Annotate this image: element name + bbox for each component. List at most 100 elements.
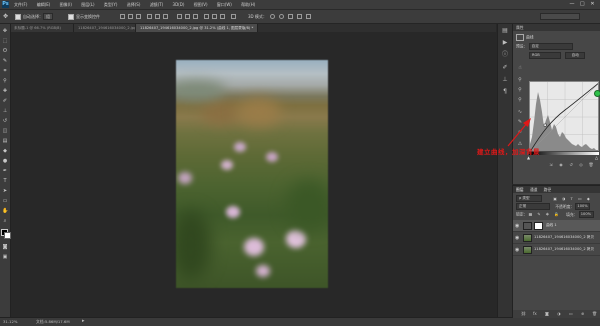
paragraph-panel-icon[interactable]: ¶ [501,88,509,96]
menu-edit[interactable]: 编辑(E) [37,2,51,7]
3d-rotate-icon[interactable] [270,14,275,19]
eye-icon[interactable]: ◉ [515,247,519,253]
layer-name[interactable]: 11826407_194616034000_2 拷贝 [534,235,594,240]
menu-help[interactable]: 帮助(H) [241,2,255,7]
history-brush-tool-icon[interactable]: ↺ [2,118,8,124]
quick-select-tool-icon[interactable]: ✎ [2,58,8,64]
brush-panel-icon[interactable]: ✐ [501,64,509,72]
delete-layer-icon[interactable]: 🗑 [592,311,597,316]
marquee-tool-icon[interactable]: ⬚ [2,38,8,44]
new-adjustment-icon[interactable]: ◑ [557,311,561,316]
filter-icons[interactable]: ▣ ◑ T ▭ ◆ [553,196,592,201]
white-point-slider[interactable]: △ [595,155,598,160]
align-middle-icon[interactable] [128,14,133,19]
properties-panel-header[interactable]: 属性 [513,24,600,31]
curve-edit-handle[interactable] [594,90,600,97]
distribute-top-icon[interactable] [177,14,182,19]
menu-file[interactable]: 文件(F) [14,2,27,7]
layer-name[interactable]: 曲线 1 [546,223,557,228]
menu-layer[interactable]: 图层(L) [81,2,94,7]
background-color-swatch[interactable] [4,232,11,239]
link-layers-icon[interactable]: ⛓ [521,311,526,316]
gradient-tool-icon[interactable]: ▤ [2,138,8,144]
new-layer-icon[interactable]: ⊕ [581,311,584,316]
menu-image[interactable]: 图像(I) [60,2,72,7]
3d-slide-icon[interactable] [297,14,302,19]
menu-view[interactable]: 视图(V) [194,2,208,7]
dodge-tool-icon[interactable]: ● [2,158,8,164]
trash-icon[interactable]: 🗑 [587,161,595,169]
auto-select-checkbox[interactable]: 自动选择： [15,13,43,20]
align-bottom-icon[interactable] [136,14,141,19]
zoom-tool-icon[interactable]: ⌕ [2,218,8,224]
distribute-center-icon[interactable] [212,14,217,19]
quick-mask-icon[interactable]: ◙ [2,244,8,250]
eyedropper-tool-icon[interactable]: ⚲ [2,78,8,84]
pen-tool-icon[interactable]: ✒ [2,168,8,174]
distribute-left-icon[interactable] [204,14,209,19]
minimize-button[interactable]: — [567,1,576,7]
gray-eyedropper-icon[interactable]: ⚲ [516,86,524,94]
curve-point[interactable] [543,123,547,127]
layer-row[interactable]: ◉ 11826407_194616034000_2 拷贝 [513,232,600,244]
layer-row[interactable]: ◉ 11826407_194616034000_2 拷贝 [513,244,600,256]
distribute-middle-icon[interactable] [185,14,190,19]
blur-tool-icon[interactable]: ◆ [2,148,8,154]
eye-icon[interactable]: ◉ [515,223,519,229]
workspace-dropdown[interactable] [540,13,580,20]
tab-document-1[interactable]: 未标题-1 @ 66.7% (RGB/8) [10,24,74,32]
3d-roll-icon[interactable] [279,14,284,19]
menu-window[interactable]: 窗口(W) [217,2,232,7]
3d-drag-icon[interactable] [288,14,293,19]
align-left-icon[interactable] [147,14,152,19]
brush-tool-icon[interactable]: ✐ [2,98,8,104]
maximize-button[interactable]: □ [578,1,587,7]
view-previous-icon[interactable]: ◉ [557,161,565,169]
visibility-icon[interactable]: ◎ [577,161,585,169]
menu-filter[interactable]: 滤镜(T) [150,2,164,7]
tab-paths[interactable]: 路径 [544,187,552,192]
crop-tool-icon[interactable]: ⌗ [2,68,8,74]
tab-document-3[interactable]: 11826407_194616034000_2.jpg @ 31.2% (曲线 … [136,24,258,32]
distribute-right-icon[interactable] [220,14,225,19]
tab-document-2[interactable]: 11826407_194616034000_2.jpg @ 36.1%(图层 1… [74,24,136,32]
eye-icon[interactable]: ◉ [515,235,519,241]
reset-icon[interactable]: ↺ [567,161,575,169]
document-image[interactable] [176,60,328,288]
path-select-tool-icon[interactable]: ➤ [2,188,8,194]
healing-brush-tool-icon[interactable]: ✚ [2,88,8,94]
show-transform-checkbox[interactable]: 显示变换控件 [68,13,100,20]
screen-mode-icon[interactable]: ▣ [2,254,8,260]
tab-layers[interactable]: 图层 [516,187,524,192]
layer-name[interactable]: 11826407_194616034000_2 拷贝 [534,247,594,252]
clone-source-panel-icon[interactable]: ⊥ [501,76,509,84]
move-tool-icon[interactable]: ✥ [2,28,8,34]
menu-select[interactable]: 选择(S) [127,2,141,7]
align-center-icon[interactable] [155,14,160,19]
opacity-field[interactable]: 100% [575,203,591,210]
lock-icons[interactable]: ▦ ✎ ✥ 🔒 [529,212,561,217]
close-button[interactable]: ✕ [588,1,597,7]
tab-channels[interactable]: 通道 [530,187,538,192]
history-panel-icon[interactable]: ▤ [501,27,509,35]
layer-row[interactable]: ◉ 曲线 1 [513,220,600,232]
auto-button[interactable]: 自动 [565,52,586,59]
clip-to-layer-icon[interactable]: ⇲ [547,161,555,169]
layer-kind-filter[interactable]: ρ 类型 [516,195,542,202]
black-eyedropper-icon[interactable]: ⚲ [516,76,524,84]
eraser-tool-icon[interactable]: ◫ [2,128,8,134]
menu-type[interactable]: 类型(Y) [104,2,118,7]
rectangle-tool-icon[interactable]: ▭ [2,198,8,204]
align-top-icon[interactable] [120,14,125,19]
clone-stamp-tool-icon[interactable]: ⊥ [2,108,8,114]
3d-scale-icon[interactable] [306,14,311,19]
move-tool-icon[interactable]: ✥ [3,13,8,20]
preset-dropdown[interactable]: 自定 [528,43,573,50]
align-right-icon[interactable] [163,14,168,19]
auto-select-target-dropdown[interactable]: 组 [43,13,53,20]
info-panel-icon[interactable]: ⓘ [501,51,509,59]
auto-align-icon[interactable] [231,14,236,19]
menu-3d[interactable]: 3D(D) [173,2,185,7]
zoom-level[interactable]: 31.12% [3,319,17,324]
fx-icon[interactable]: fx [533,311,537,316]
